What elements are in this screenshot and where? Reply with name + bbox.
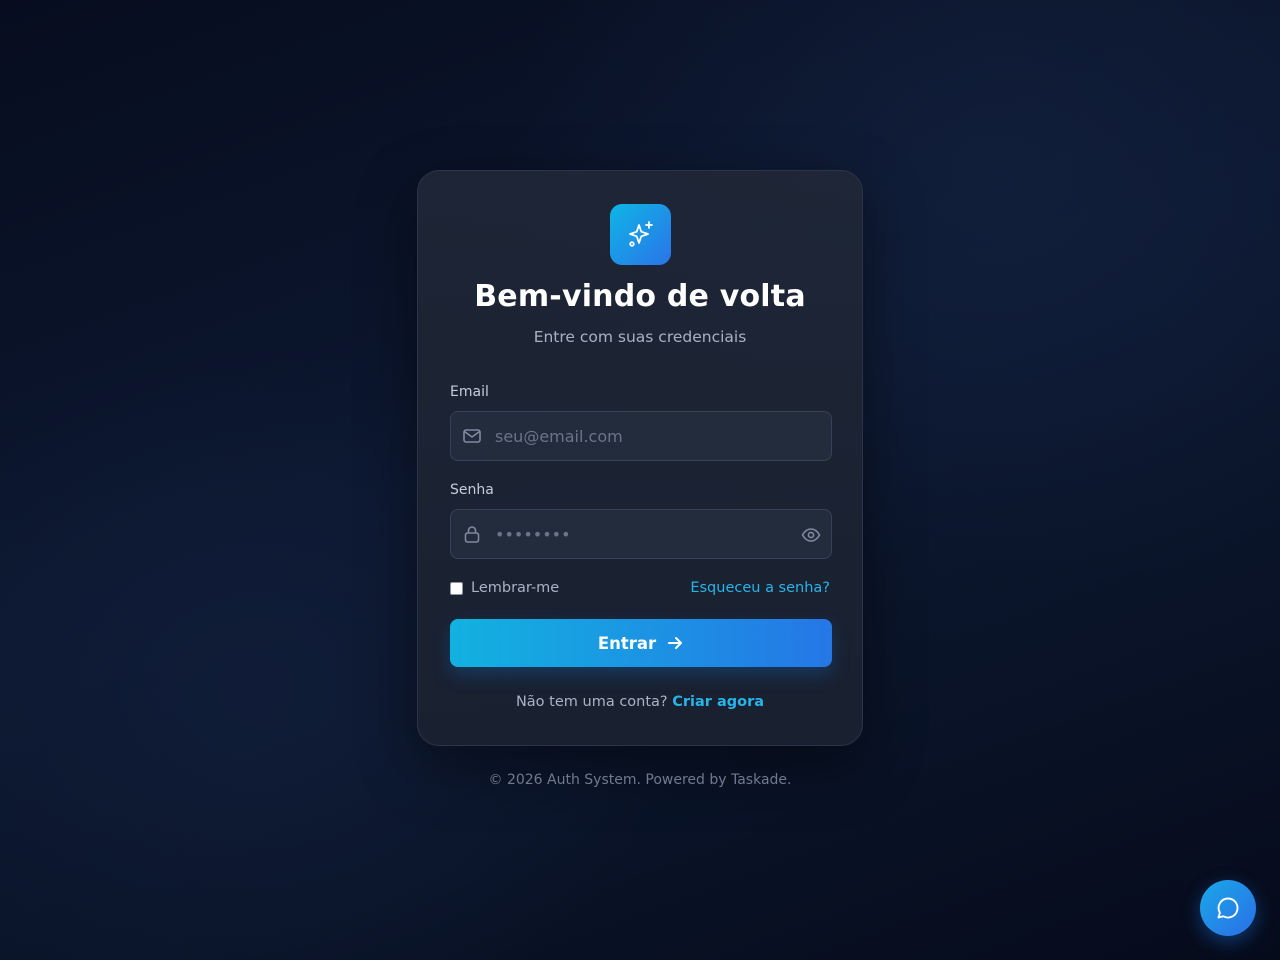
email-label: Email xyxy=(450,384,489,400)
forgot-password-link[interactable]: Esqueceu a senha? xyxy=(690,580,830,596)
arrow-right-icon xyxy=(668,637,683,649)
remember-me: Lembrar-me xyxy=(450,580,559,596)
sparkles-icon xyxy=(628,220,653,247)
login-button[interactable]: Entrar xyxy=(450,619,832,667)
chat-button[interactable] xyxy=(1200,880,1256,936)
login-button-label: Entrar xyxy=(597,633,657,653)
remember-checkbox[interactable] xyxy=(450,581,463,595)
lock-icon xyxy=(464,526,480,543)
email-input[interactable] xyxy=(495,412,785,460)
password-input[interactable] xyxy=(495,510,785,558)
email-field-container xyxy=(450,411,832,461)
page-subtitle: Entre com suas credenciais xyxy=(533,328,747,346)
signup-link[interactable]: Criar agora xyxy=(672,694,764,710)
login-card: Bem-vindo de volta Entre com suas creden… xyxy=(417,170,863,746)
chat-bubble-icon xyxy=(1217,897,1239,919)
remember-label: Lembrar-me xyxy=(471,580,560,596)
password-label: Senha xyxy=(450,482,494,498)
footer-text: © 2026 Auth System. Powered by Taskade. xyxy=(488,772,792,788)
signup-prompt: Não tem uma conta? Criar agora xyxy=(418,694,862,710)
app-logo xyxy=(610,204,671,265)
eye-icon[interactable] xyxy=(801,525,821,545)
page-title: Bem-vindo de volta xyxy=(474,279,806,314)
signup-text: Não tem uma conta? xyxy=(515,694,673,710)
mail-icon xyxy=(463,429,481,443)
password-field-container xyxy=(450,509,832,559)
